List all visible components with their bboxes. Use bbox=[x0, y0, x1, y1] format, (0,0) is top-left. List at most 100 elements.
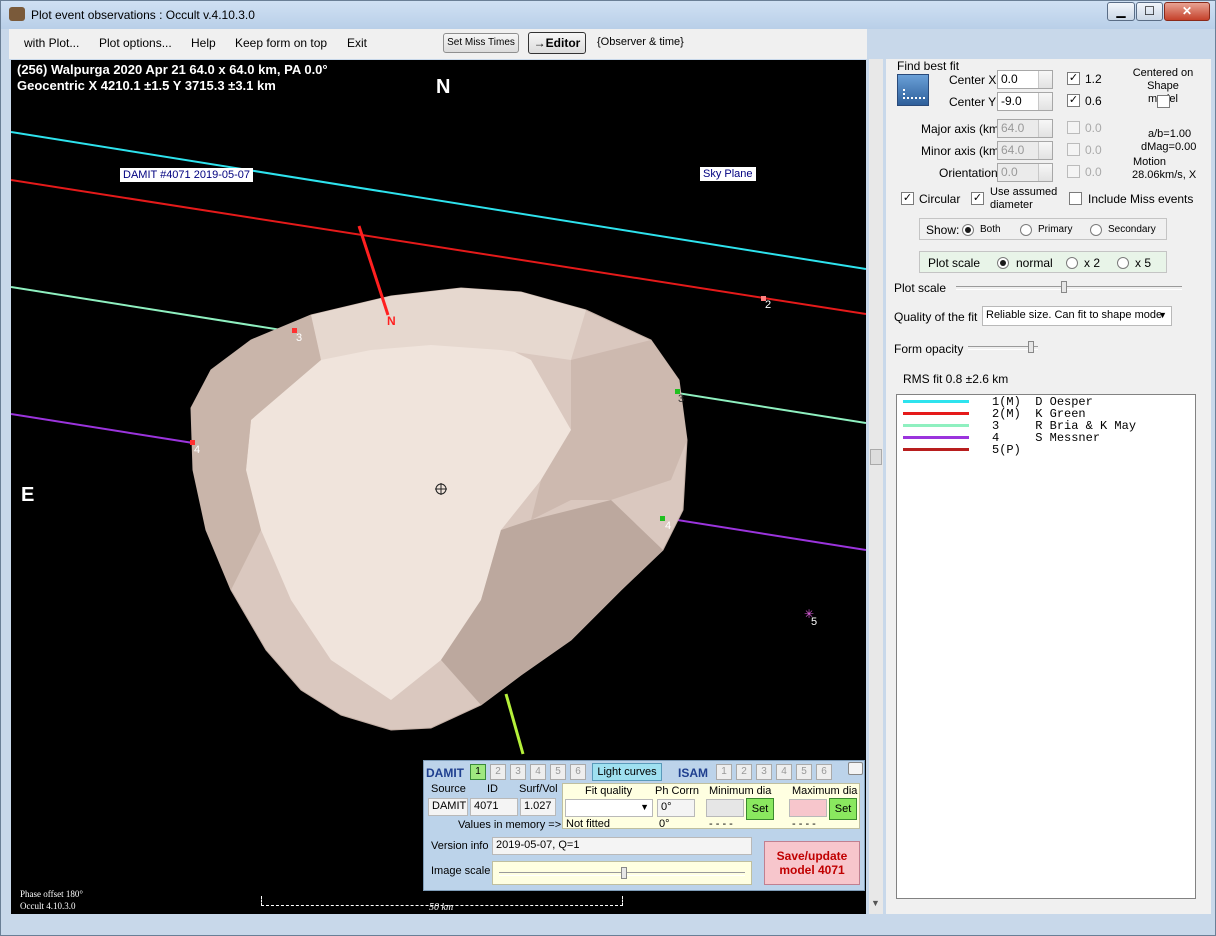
menu-plot-options[interactable]: Plot options... bbox=[99, 36, 172, 50]
form-opacity-thumb[interactable] bbox=[1028, 341, 1034, 353]
legend-line-1 bbox=[903, 400, 969, 403]
set-miss-times-button[interactable]: Set Miss Times bbox=[443, 33, 519, 53]
scale-bar-label: 50 km bbox=[429, 902, 454, 913]
min-dia-field[interactable] bbox=[706, 799, 744, 817]
chord-label-3b: 3 bbox=[678, 393, 685, 405]
orientation-input[interactable]: 0.0 bbox=[997, 163, 1053, 182]
app-window: Plot event observations : Occult v.4.10.… bbox=[0, 0, 1216, 936]
pole-line-south bbox=[504, 693, 525, 755]
isam-model-5-button[interactable]: 5 bbox=[796, 764, 812, 780]
editor-button[interactable]: →Editor bbox=[528, 32, 586, 54]
scroll-down-icon[interactable]: ▼ bbox=[871, 898, 880, 908]
find-best-fit-button[interactable] bbox=[897, 74, 929, 106]
isam-model-3-button[interactable]: 3 bbox=[756, 764, 772, 780]
isam-title: ISAM bbox=[678, 766, 708, 780]
damit-model-6-button[interactable]: 6 bbox=[570, 764, 586, 780]
fit-quality-select[interactable]: ▼ bbox=[565, 799, 653, 817]
center-x-label: Center X bbox=[949, 73, 997, 87]
dmag-text: dMag=0.00 bbox=[1141, 141, 1197, 153]
set-max-dia-button[interactable]: Set bbox=[829, 798, 857, 820]
fit-quality-box: Fit quality Ph Corrn Minimum dia Maximum… bbox=[562, 783, 860, 830]
scale-x5-radio[interactable] bbox=[1117, 257, 1129, 269]
observer-legend[interactable]: 1(M) D Oesper 2(M) K Green 3 R Bria & K … bbox=[896, 394, 1196, 899]
motion-value: 28.06km/s, X bbox=[1132, 169, 1197, 181]
surf-vol-label: Surf/Vol bbox=[519, 783, 558, 795]
legend-line-2 bbox=[903, 412, 969, 415]
damit-model-4-button[interactable]: 4 bbox=[530, 764, 546, 780]
scrollbar-thumb[interactable] bbox=[870, 449, 882, 465]
show-secondary-radio[interactable] bbox=[1090, 224, 1102, 236]
damit-model-2-button[interactable]: 2 bbox=[490, 764, 506, 780]
damit-model-3-button[interactable]: 3 bbox=[510, 764, 526, 780]
image-scale-thumb[interactable] bbox=[621, 867, 627, 879]
show-label: Show: bbox=[926, 223, 960, 237]
title-bar: Plot event observations : Occult v.4.10.… bbox=[1, 1, 1215, 29]
sky-plane-label: Sky Plane bbox=[700, 167, 756, 181]
menu-keep-on-top[interactable]: Keep form on top bbox=[235, 36, 327, 50]
ph-corr-field[interactable]: 0° bbox=[657, 799, 695, 817]
use-assumed-diameter-checkbox[interactable]: ✓ bbox=[971, 192, 984, 205]
circular-checkbox[interactable]: ✓ bbox=[901, 192, 914, 205]
chord-label-4a: 4 bbox=[194, 444, 201, 456]
close-button[interactable]: ✕ bbox=[1164, 2, 1210, 21]
major-axis-checkbox[interactable] bbox=[1067, 121, 1080, 134]
centered-on-shape-checkbox[interactable] bbox=[1157, 95, 1170, 108]
menu-with-plot[interactable]: with Plot... bbox=[24, 36, 79, 50]
chord-label-5: 5 bbox=[811, 616, 818, 628]
isam-model-6-button[interactable]: 6 bbox=[816, 764, 832, 780]
damit-model-5-button[interactable]: 5 bbox=[550, 764, 566, 780]
save-update-model-button[interactable]: Save/update model 4071 bbox=[764, 841, 860, 885]
source-label: Source bbox=[431, 783, 466, 795]
image-scale-slider[interactable] bbox=[492, 861, 752, 885]
chord-label-3a: 3 bbox=[296, 332, 303, 344]
center-y-checkbox[interactable]: ✓ bbox=[1067, 94, 1080, 107]
light-curves-button[interactable]: Light curves bbox=[592, 763, 662, 781]
center-x-input[interactable]: 0.0 bbox=[997, 70, 1053, 89]
center-x-checkbox[interactable]: ✓ bbox=[1067, 72, 1080, 85]
damit-model-label: DAMIT #4071 2019-05-07 bbox=[120, 168, 253, 182]
major-axis-input[interactable]: 64.0 bbox=[997, 119, 1053, 138]
center-y-input[interactable]: -9.0 bbox=[997, 92, 1053, 111]
scale-normal-radio[interactable] bbox=[997, 257, 1009, 269]
plot-scale-slider[interactable] bbox=[956, 279, 1182, 295]
legend-row-5: 5(P) bbox=[992, 443, 1021, 457]
show-primary-label: Primary bbox=[1038, 224, 1073, 235]
plot-scale-thumb[interactable] bbox=[1061, 281, 1067, 293]
orientation-checkbox[interactable] bbox=[1067, 165, 1080, 178]
not-fitted-text: Not fitted bbox=[566, 818, 611, 830]
minor-axis-label: Minor axis (km) bbox=[921, 144, 1004, 158]
maximize-button[interactable]: ☐ bbox=[1136, 2, 1163, 21]
max-dia-label: Maximum dia bbox=[792, 785, 858, 797]
center-y-label: Center Y bbox=[949, 95, 997, 109]
isam-model-4-button[interactable]: 4 bbox=[776, 764, 792, 780]
damit-model-1-button[interactable]: 1 bbox=[470, 764, 486, 780]
source-field: DAMIT bbox=[428, 798, 468, 816]
quality-of-fit-select[interactable]: Reliable size. Can fit to shape mode ▼ bbox=[982, 306, 1172, 326]
menu-exit[interactable]: Exit bbox=[347, 36, 367, 50]
show-primary-radio[interactable] bbox=[1020, 224, 1032, 236]
minor-axis-input[interactable]: 64.0 bbox=[997, 141, 1053, 160]
isam-model-1-button[interactable]: 1 bbox=[716, 764, 732, 780]
show-both-radio[interactable] bbox=[962, 224, 974, 236]
minor-axis-step: 0.0 bbox=[1085, 143, 1102, 157]
major-axis-step: 0.0 bbox=[1085, 121, 1102, 135]
pole-north-label: N bbox=[387, 314, 396, 328]
include-miss-checkbox[interactable] bbox=[1069, 192, 1082, 205]
panel-collapse-button[interactable] bbox=[848, 762, 863, 775]
window-title: Plot event observations : Occult v.4.10.… bbox=[31, 8, 255, 22]
show-secondary-label: Secondary bbox=[1108, 224, 1156, 235]
legend-line-4 bbox=[903, 436, 969, 439]
chevron-down-icon: ▼ bbox=[640, 802, 649, 812]
max-dia-field[interactable] bbox=[789, 799, 827, 817]
menu-help[interactable]: Help bbox=[191, 36, 216, 50]
fit-controls-panel: Find best fit Center X 0.0 ✓ 1.2 Center … bbox=[886, 59, 1211, 914]
minor-axis-checkbox[interactable] bbox=[1067, 143, 1080, 156]
plot-scale-group: Plot scale normal x 2 x 5 bbox=[919, 251, 1167, 273]
form-opacity-slider[interactable] bbox=[968, 339, 1038, 355]
scale-x2-radio[interactable] bbox=[1066, 257, 1078, 269]
isam-model-2-button[interactable]: 2 bbox=[736, 764, 752, 780]
minimize-button[interactable]: ▁ bbox=[1107, 2, 1135, 21]
use-assumed-label: Use assumed bbox=[990, 186, 1058, 198]
vertical-scrollbar[interactable]: ▼ bbox=[869, 59, 883, 914]
set-min-dia-button[interactable]: Set bbox=[746, 798, 774, 820]
